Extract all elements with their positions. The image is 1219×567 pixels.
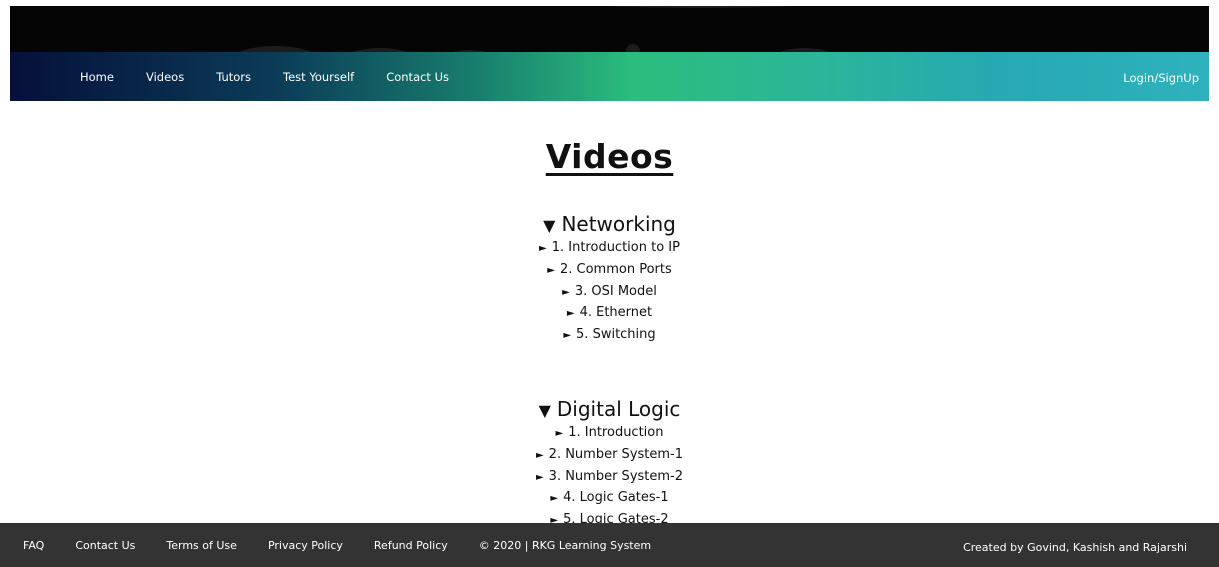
video-item-label: 2. Common Ports [559,261,672,277]
video-item[interactable]: ► 2. Common Ports [0,260,1219,282]
triangle-right-icon: ► [535,449,544,461]
nav-right: Login/SignUp [1123,67,1209,86]
triangle-down-icon: ▼ [538,401,551,420]
video-list: ► 1. Introduction to IP ► 2. Common Ports … [0,238,1219,347]
section-digital-logic: ▼ Digital Logic ► 1. Introduction ► 2. Numb… [0,397,1219,532]
nav-link-test-yourself[interactable]: Test Yourself [283,70,354,84]
nav-link-videos[interactable]: Videos [146,70,184,84]
footer: FAQ Contact Us Terms of Use Privacy Poli… [0,523,1219,567]
triangle-right-icon: ► [566,308,575,320]
nav-link-home[interactable]: Home [80,70,114,84]
page: Home Videos Tutors Test Yourself Contact… [0,0,1219,567]
triangle-right-icon: ► [535,471,544,483]
video-item[interactable]: ► 5. Switching [0,325,1219,347]
footer-links: FAQ Contact Us Terms of Use Privacy Poli… [0,539,651,552]
section-heading: Digital Logic [556,397,681,421]
video-item[interactable]: ► 4. Logic Gates-1 [0,488,1219,510]
section-toggle-digital-logic[interactable]: ▼ Digital Logic [0,397,1219,423]
triangle-right-icon: ► [555,428,564,439]
section-networking: ▼ Networking ► 1. Introduction to IP ► 2. C… [0,212,1219,347]
banner [0,0,1219,52]
section-heading: Networking [561,212,676,236]
video-item-label: 3. Number System-2 [548,468,684,484]
nav-links: Home Videos Tutors Test Yourself Contact… [10,70,481,84]
triangle-right-icon: ► [550,493,559,505]
video-item-label: 4. Logic Gates-1 [563,490,669,506]
nav-link-tutors[interactable]: Tutors [216,70,251,84]
video-list: ► 1. Introduction ► 2. Number System-1 ► 3.… [0,423,1219,532]
video-item[interactable]: ► 2. Number System-1 [0,445,1219,467]
banner-image [10,6,1209,52]
footer-link-refund-policy[interactable]: Refund Policy [374,539,448,552]
footer-right: Created by Govind, Kashish and Rajarshi [963,536,1219,555]
video-item-label: 4. Ethernet [579,305,653,321]
triangle-right-icon: ► [563,330,572,342]
video-item-label: 1. Introduction [568,425,664,440]
banner-decoration [626,44,640,52]
triangle-right-icon: ► [547,264,555,276]
footer-credit: Created by Govind, Kashish and Rajarshi [963,540,1187,554]
video-item[interactable]: ► 3. OSI Model [0,282,1219,304]
footer-link-contact-us[interactable]: Contact Us [75,539,135,552]
video-item-label: 2. Number System-1 [548,446,684,462]
banner-decoration [570,6,830,8]
video-item[interactable]: ► 4. Ethernet [0,303,1219,325]
footer-link-privacy-policy[interactable]: Privacy Policy [268,539,343,552]
video-item[interactable]: ► 1. Introduction to IP [0,238,1219,260]
section-toggle-networking[interactable]: ▼ Networking [0,212,1219,238]
video-item-label: 3. OSI Model [574,283,657,299]
video-item[interactable]: ► 1. Introduction [0,423,1219,445]
page-title: Videos [545,137,674,176]
footer-link-terms-of-use[interactable]: Terms of Use [166,539,237,552]
video-item[interactable]: ► 3. Number System-2 [0,467,1219,489]
triangle-right-icon: ► [539,243,547,254]
footer-link-faq[interactable]: FAQ [23,539,44,552]
navbar: Home Videos Tutors Test Yourself Contact… [10,52,1209,101]
video-item-label: 1. Introduction to IP [551,240,680,255]
main-content: Videos ▼ Networking ► 1. Introduction to I… [0,101,1219,527]
triangle-right-icon: ► [562,286,570,298]
login-signup-link[interactable]: Login/SignUp [1123,71,1199,85]
video-item-label: 5. Switching [576,327,656,343]
footer-copyright: © 2020 | RKG Learning System [478,538,652,552]
triangle-down-icon: ▼ [543,216,556,235]
nav-link-contact-us[interactable]: Contact Us [386,70,449,84]
